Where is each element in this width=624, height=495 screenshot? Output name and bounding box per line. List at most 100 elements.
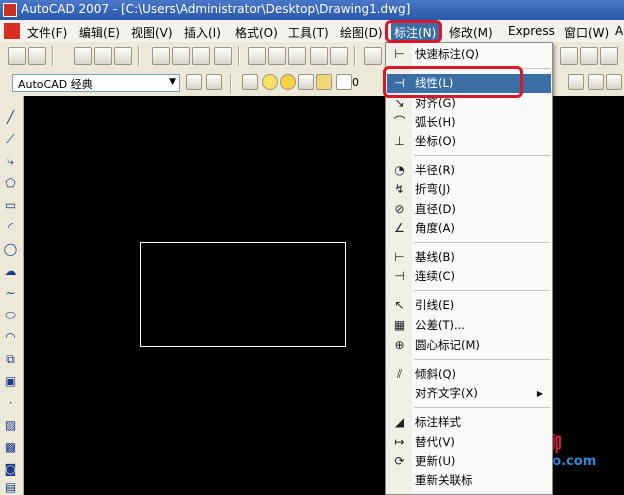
menu-item-dimension-style[interactable]: ◢ 标注样式 — [387, 413, 551, 432]
menu-format[interactable]: 格式(O) — [232, 23, 281, 42]
match-properties-icon[interactable] — [310, 47, 328, 65]
callout-dimension-menu — [385, 20, 442, 43]
properties-icon[interactable] — [560, 47, 578, 65]
submenu-arrow-icon: ▶ — [536, 389, 543, 398]
center-mark-icon: ⊕ — [394, 338, 405, 352]
ordinate-icon: ⊥ — [394, 134, 405, 148]
layer-previous-icon[interactable] — [568, 74, 584, 90]
publish-icon[interactable] — [192, 47, 210, 65]
menu-draw[interactable]: 绘图(D) — [337, 23, 386, 42]
menu-item-leader[interactable]: ↖ 引线(E) — [387, 296, 551, 315]
save-icon[interactable] — [114, 47, 132, 65]
menu-edit[interactable]: 编辑(E) — [76, 23, 123, 42]
angular-icon: ∠ — [394, 221, 405, 235]
layer-thaw-sun-icon[interactable] — [280, 74, 296, 90]
circle-icon[interactable]: ◯ — [2, 242, 19, 257]
construction-line-icon[interactable]: ⟋ — [2, 132, 19, 147]
override-icon: ↦ — [394, 435, 405, 449]
menu-item-continue[interactable]: ⊣ 连续(C) — [387, 267, 551, 286]
workspace-settings-icon[interactable] — [186, 74, 202, 90]
design-center-icon[interactable] — [580, 47, 598, 65]
quick-dimension-icon: ⊢ — [394, 47, 405, 61]
spline-icon[interactable]: ∼ — [2, 286, 19, 301]
layer-states-icon[interactable] — [588, 74, 604, 90]
title-bar: AutoCAD 2007 - [C:\Users\Administrator\D… — [0, 0, 624, 20]
menu-item-align-text[interactable]: 对齐文字(X) ▶ — [387, 384, 551, 403]
menu-help[interactable]: A — [612, 23, 624, 39]
menu-item-angular[interactable]: ∠ 角度(A) — [387, 219, 551, 238]
window-title: AutoCAD 2007 - [C:\Users\Administrator\D… — [21, 2, 411, 16]
menu-bar: 文件(F) 编辑(E) 视图(V) 插入(I) 格式(O) 工具(T) 绘图(D… — [0, 20, 624, 43]
copy-icon[interactable] — [268, 47, 286, 65]
menu-tools[interactable]: 工具(T) — [285, 23, 332, 42]
menu-item-oblique[interactable]: ⫽ 倾斜(Q) — [387, 365, 551, 384]
drawn-rectangle[interactable] — [140, 242, 346, 347]
save-workspace-icon[interactable] — [206, 74, 222, 90]
layer-name: 0 — [352, 76, 359, 89]
menu-item-jogged[interactable]: ↯ 折弯(J) — [387, 180, 551, 199]
baseline-icon: ⊢ — [394, 250, 405, 264]
gradient-icon[interactable]: ▩ — [2, 440, 19, 455]
radius-icon: ◔ — [394, 163, 405, 177]
make-block-icon[interactable]: ▣ — [2, 374, 19, 389]
arc-icon[interactable]: ◜ — [2, 220, 19, 235]
workspace-select-value: AutoCAD 经典 — [18, 78, 93, 91]
tool-palettes-icon[interactable] — [600, 47, 618, 65]
block-editor-icon[interactable] — [330, 47, 348, 65]
menu-file[interactable]: 文件(F) — [24, 23, 70, 42]
menu-insert[interactable]: 插入(I) — [181, 23, 224, 42]
plot-icon[interactable] — [152, 47, 170, 65]
ellipse-arc-icon[interactable]: ◠ — [2, 330, 19, 345]
draw-toolbar: ╱ ⟋ ⤷ ⬠ ▭ ◜ ◯ ☁ ∼ ⬭ ◠ ⧉ ▣ · ▨ ▩ ◙ ▤ — [0, 96, 24, 495]
region-icon[interactable]: ◙ — [2, 462, 19, 477]
polyline-icon[interactable]: ⤷ — [2, 154, 19, 169]
insert-block-icon[interactable]: ⧉ — [2, 352, 19, 367]
polygon-icon[interactable]: ⬠ — [2, 176, 19, 191]
menu-item-reassociate[interactable]: 重新关联标 — [387, 471, 551, 490]
ellipse-icon[interactable]: ⬭ — [2, 308, 19, 323]
menu-item-ordinate[interactable]: ⊥ 坐标(O) — [387, 132, 551, 151]
layer-status-icon[interactable] — [316, 74, 332, 90]
undo-icon[interactable] — [364, 47, 382, 65]
menu-item-arc-length[interactable]: ⌒ 弧长(H) — [387, 113, 551, 132]
rectangle-icon[interactable]: ▭ — [2, 198, 19, 213]
new-icon[interactable] — [8, 47, 26, 65]
layer-walk-icon[interactable] — [606, 74, 622, 90]
open-icon[interactable] — [28, 47, 46, 65]
qnew-icon[interactable] — [74, 47, 92, 65]
workspace-select[interactable]: AutoCAD 经典 ▼ — [12, 74, 180, 92]
layer-lock-icon[interactable] — [298, 74, 314, 90]
menu-item-override[interactable]: ↦ 替代(V) — [387, 433, 551, 452]
menu-item-baseline[interactable]: ⊢ 基线(B) — [387, 248, 551, 267]
menu-view[interactable]: 视图(V) — [128, 23, 176, 42]
menu-item-tolerance[interactable]: ▦ 公差(T)... — [387, 316, 551, 335]
menu-item-center-mark[interactable]: ⊕ 圆心标记(M) — [387, 336, 551, 355]
autocad-logo-icon[interactable] — [4, 23, 20, 39]
aligned-dimension-icon: ↘ — [394, 96, 405, 110]
menu-item-diameter[interactable]: ⊘ 直径(D) — [387, 200, 551, 219]
paste-icon[interactable] — [288, 47, 306, 65]
oblique-icon: ⫽ — [396, 367, 403, 381]
menu-item-radius[interactable]: ◔ 半径(R) — [387, 161, 551, 180]
menu-express[interactable]: Express — [505, 23, 558, 39]
line-icon[interactable]: ╱ — [2, 110, 19, 125]
open-file-icon[interactable] — [94, 47, 112, 65]
diameter-icon: ⊘ — [394, 202, 405, 216]
cut-icon[interactable] — [248, 47, 266, 65]
menu-window[interactable]: 窗口(W) — [561, 23, 612, 42]
arc-length-icon: ⌒ — [393, 115, 406, 129]
menu-item-quick-dimension[interactable]: ⊢ 快速标注(Q) — [387, 45, 551, 64]
layer-color-swatch[interactable] — [336, 74, 352, 90]
callout-linear-item — [383, 66, 523, 98]
leader-icon: ↖ — [394, 298, 405, 312]
menu-modify[interactable]: 修改(M) — [446, 23, 496, 42]
revision-cloud-icon[interactable]: ☁ — [2, 264, 19, 279]
3d-dwf-icon[interactable] — [214, 47, 232, 65]
layer-on-bulb-icon[interactable] — [262, 74, 278, 90]
layer-manager-icon[interactable] — [242, 74, 258, 90]
table-icon[interactable]: ▤ — [2, 480, 19, 495]
point-icon[interactable]: · — [2, 396, 19, 411]
hatch-icon[interactable]: ▨ — [2, 418, 19, 433]
menu-item-update[interactable]: ⟳ 更新(U) — [387, 452, 551, 471]
plot-preview-icon[interactable] — [172, 47, 190, 65]
